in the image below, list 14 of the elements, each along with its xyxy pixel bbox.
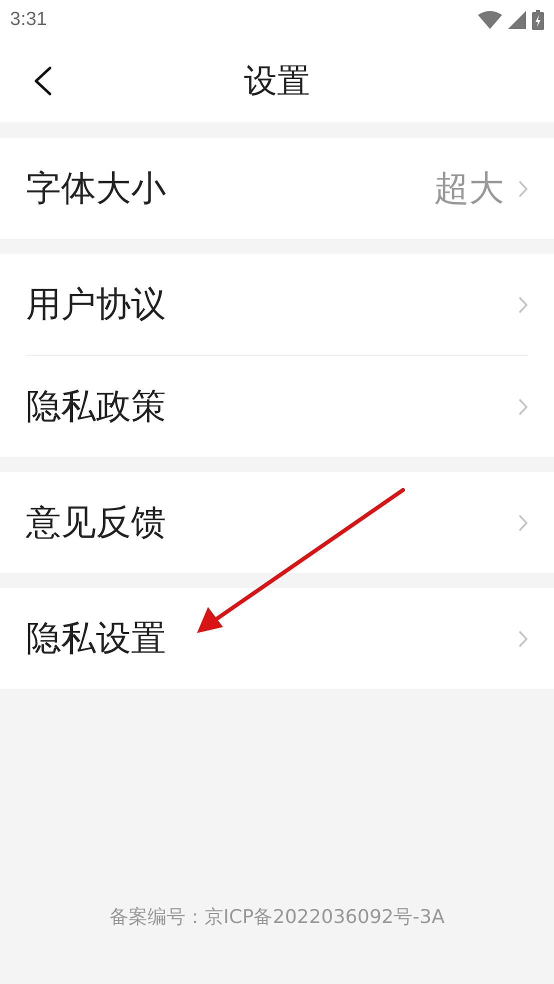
chevron-icon [518, 398, 528, 416]
footer-text: 备案编号：京ICP备2022036092号-3A [108, 905, 446, 930]
settings-item[interactable]: 隐私政策 [26, 355, 528, 457]
chevron-icon [518, 514, 528, 532]
battery-icon [532, 10, 544, 30]
status-time: 3:31 [10, 9, 47, 31]
chevron-icon [518, 296, 528, 314]
chevron-icon [518, 630, 528, 648]
chevron-icon [518, 180, 528, 198]
wifi-icon [478, 11, 502, 29]
back-icon[interactable] [33, 66, 53, 96]
settings-item[interactable]: 用户协议 [26, 254, 528, 355]
page-title: 设置 [244, 60, 310, 102]
signal-icon [508, 11, 526, 29]
